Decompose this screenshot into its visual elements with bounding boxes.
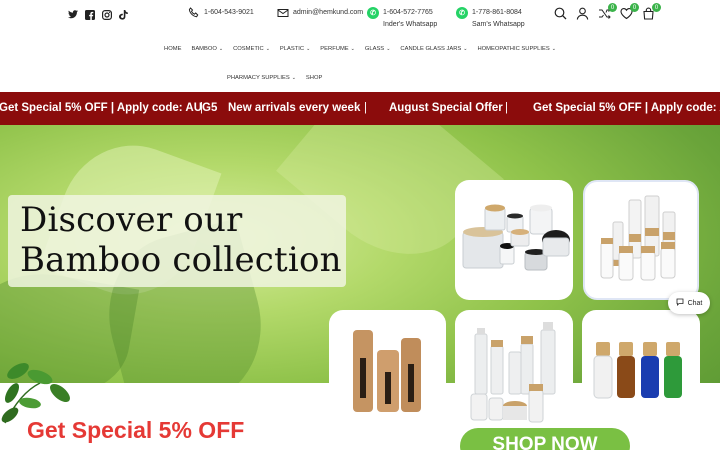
chevron-down-icon: ⌄ [291, 75, 296, 81]
chat-widget-button[interactable]: Chat [668, 292, 710, 314]
nav-row-primary: HOME BAMBOO ⌄ COSMETIC ⌄ PLASTIC ⌄ PERFUME ⌄ GLAS… [0, 46, 720, 52]
marquee-separator: | [364, 102, 367, 114]
wishlist-icon[interactable]: 0 [620, 3, 639, 20]
nav-item-cosmetic[interactable]: COSMETIC ⌄ [233, 46, 270, 52]
email-contact[interactable]: admin@hemkund.com [277, 7, 363, 19]
nav-item-glass[interactable]: GLASS ⌄ [365, 46, 391, 52]
announcement-marquee: Get Special 5% OFF | Apply code: AUG5 | … [0, 92, 720, 125]
nav-item-shop[interactable]: SHOP [306, 75, 322, 81]
marquee-separator: | [505, 102, 508, 114]
tiktok-icon[interactable] [118, 9, 129, 20]
whatsapp-contact-inder[interactable]: ✆ 1-604-572-7765 Inder's Whatsapp [367, 7, 437, 28]
nav-item-homeopathic-supplies[interactable]: HOMEOPATHIC SUPPLIES ⌄ [477, 46, 555, 52]
chevron-down-icon: ⌄ [306, 46, 311, 52]
account-icon[interactable] [576, 7, 589, 20]
cart-icon[interactable]: 0 [642, 3, 661, 20]
nav-item-label: PERFUME [320, 46, 349, 52]
chevron-down-icon: ⌄ [350, 46, 355, 52]
candle-jars-image [462, 204, 570, 271]
nav-item-label: BAMBOO [191, 46, 217, 52]
chevron-down-icon: ⌄ [218, 46, 224, 52]
whatsapp-label-sam: Sam's Whatsapp [472, 21, 525, 28]
top-bar: 1-604-543-9021 admin@hemkund.com ✆ 1-604… [0, 0, 720, 34]
chevron-down-icon: ⌄ [551, 46, 556, 52]
nav-item-label: PHARMACY SUPPLIES [227, 75, 290, 81]
marquee-item: Get Special 5% OFF | Apply code: AUG5 [533, 102, 720, 114]
compare-icon[interactable]: 0 [598, 3, 617, 20]
nav-item-label: HOME [164, 46, 182, 52]
marquee-separator: | [200, 102, 203, 114]
product-card-bamboo-tubes[interactable] [329, 310, 446, 450]
whatsapp-contact-sam[interactable]: ✆ 1-778-861-8084 Sam's Whatsapp [456, 7, 525, 28]
marquee-item: August Special Offer [389, 102, 503, 114]
chevron-down-icon: ⌄ [463, 46, 468, 52]
nav-item-label: PLASTIC [279, 46, 305, 52]
promo-heading: Get Special 5% OFF [27, 417, 245, 443]
nav-item-label: CANDLE GLASS JARS [400, 46, 462, 52]
nav-item-plastic[interactable]: PLASTIC ⌄ [280, 46, 310, 52]
headline-line-2: Bamboo collection [20, 240, 342, 280]
marquee-item: New arrivals every week [228, 102, 361, 114]
nav-item-perfume[interactable]: PERFUME ⌄ [320, 46, 355, 52]
facebook-icon[interactable] [84, 9, 95, 20]
whatsapp-number-sam[interactable]: 1-778-861-8084 [472, 9, 525, 16]
nav-item-label: HOMEOPATHIC SUPPLIES [477, 46, 550, 52]
chat-label: Chat [687, 299, 703, 307]
product-card-candle-jars[interactable] [455, 180, 573, 300]
nav-item-label: COSMETIC [233, 46, 264, 52]
chat-bubble-icon [676, 298, 684, 308]
nav-row-secondary: PHARMACY SUPPLIES ⌄ SHOP [0, 75, 720, 81]
wishlist-count-badge: 0 [630, 3, 639, 12]
marquee-item: Get Special 5% OFF | Apply code: AUG5 [0, 102, 218, 114]
shop-now-button[interactable]: SHOP NOW [460, 428, 630, 450]
instagram-icon[interactable] [101, 9, 112, 20]
search-icon[interactable] [554, 7, 567, 20]
headline-line-1: Discover our [20, 200, 243, 240]
phone-number[interactable]: 1-604-543-9021 [204, 9, 254, 16]
nav-item-bamboo[interactable]: BAMBOO ⌄ [191, 46, 223, 52]
nav-item-home[interactable]: HOME [164, 46, 181, 52]
whatsapp-number-inder[interactable]: 1-604-572-7765 [383, 9, 437, 16]
nav-item-label: SHOP [305, 75, 323, 81]
header-actions: 0 0 0 [554, 3, 661, 20]
chevron-down-icon: ⌄ [265, 46, 270, 52]
nav-item-candle-glass-jars[interactable]: CANDLE GLASS JARS ⌄ [400, 46, 467, 52]
hero-headline: Discover our Bamboo collection [20, 200, 342, 280]
whatsapp-label-inder: Inder's Whatsapp [383, 21, 438, 28]
hero-banner: Discover our Bamboo collection Get Speci… [0, 125, 720, 450]
bamboo-tubes-image [353, 330, 421, 412]
chevron-down-icon: ⌄ [386, 46, 391, 52]
phone-contact[interactable]: 1-604-543-9021 [188, 7, 254, 19]
phone-icon [188, 7, 200, 19]
twitter-icon[interactable] [67, 9, 78, 20]
nav-item-label: GLASS [364, 46, 385, 52]
bamboo-bottles-image [600, 195, 676, 281]
email-address[interactable]: admin@hemkund.com [293, 9, 363, 16]
nav-item-pharmacy-supplies[interactable]: PHARMACY SUPPLIES ⌄ [227, 75, 296, 81]
cart-count-badge: 0 [652, 3, 661, 12]
social-links [67, 9, 129, 20]
mail-icon [277, 7, 289, 19]
compare-count-badge: 0 [608, 3, 617, 12]
whatsapp-icon: ✆ [456, 7, 468, 19]
product-card-bamboo-bottles[interactable] [583, 180, 699, 300]
main-navigation: HOME BAMBOO ⌄ COSMETIC ⌄ PLASTIC ⌄ PERFUME ⌄ GLAS… [0, 34, 720, 92]
whatsapp-icon: ✆ [367, 7, 379, 19]
